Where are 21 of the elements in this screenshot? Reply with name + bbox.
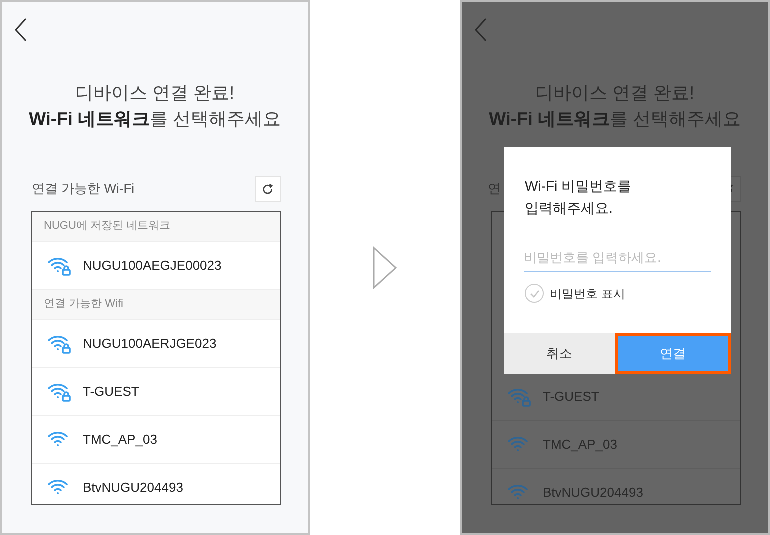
dialog-title: Wi-Fi 비밀번호를 입력해주세요.: [525, 177, 632, 218]
network-name[interactable]: BtvNUGU204493: [83, 478, 184, 498]
section-header: 연결 가능한 Wifi: [32, 290, 280, 320]
checkbox[interactable]: [525, 284, 544, 303]
heading-line: 디바이스 연결 완료!: [534, 82, 696, 105]
network-name[interactable]: TMC_AP_03: [83, 430, 158, 450]
list-label: 연결 가능한 Wi-Fi: [32, 180, 135, 198]
heading-line: Wi-Fi 네트워크를 선택해주세요: [488, 108, 742, 131]
refresh-button[interactable]: [255, 176, 281, 202]
password-field[interactable]: 비밀번호를 입력하세요.: [524, 244, 711, 272]
checkbox-label: 비밀번호 표시: [550, 286, 626, 302]
check-icon: [530, 290, 540, 298]
heading-line: 디바이스 연결 완료!: [74, 82, 236, 105]
network-name[interactable]: T-GUEST: [83, 382, 140, 402]
network-name[interactable]: NUGU100AERJGE023: [83, 334, 217, 354]
back-icon[interactable]: [14, 18, 28, 42]
chevron-icon: [372, 246, 398, 290]
heading-line: Wi-Fi 네트워크를 선택해주세요: [28, 108, 282, 131]
network-name[interactable]: NUGU100AEGJE00023: [83, 256, 222, 276]
cancel-button[interactable]: 취소: [504, 333, 614, 374]
section-header: NUGU에 저장된 네트워크: [32, 212, 280, 242]
